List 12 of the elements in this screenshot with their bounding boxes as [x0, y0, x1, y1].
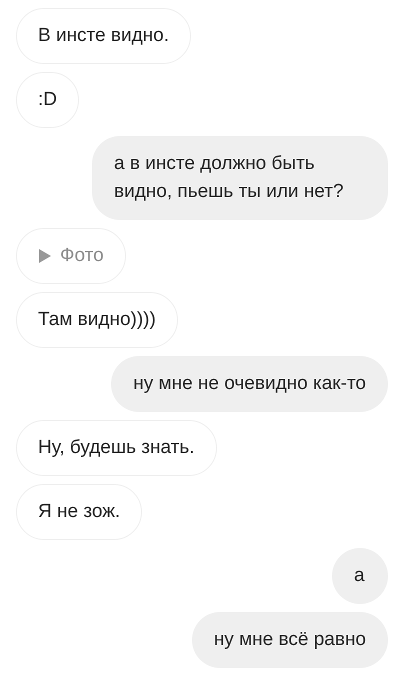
- play-icon: [38, 249, 52, 263]
- message-bubble: Я не зож.: [16, 484, 142, 540]
- photo-message[interactable]: Фото: [16, 228, 126, 284]
- photo-label: Фото: [60, 244, 104, 268]
- message-bubble: Там видно)))): [16, 292, 178, 348]
- message-bubble: а в инсте должно быть видно, пьешь ты или нет?: [92, 136, 388, 220]
- message-bubble: :D: [16, 72, 79, 128]
- message-bubble: а: [332, 548, 388, 604]
- message-bubble: Ну, будешь знать.: [16, 420, 217, 476]
- message-bubble: ну мне не очевидно как-то: [111, 356, 388, 412]
- message-bubble: В инсте видно.: [16, 8, 192, 64]
- message-bubble: ну мне всё равно: [192, 612, 388, 668]
